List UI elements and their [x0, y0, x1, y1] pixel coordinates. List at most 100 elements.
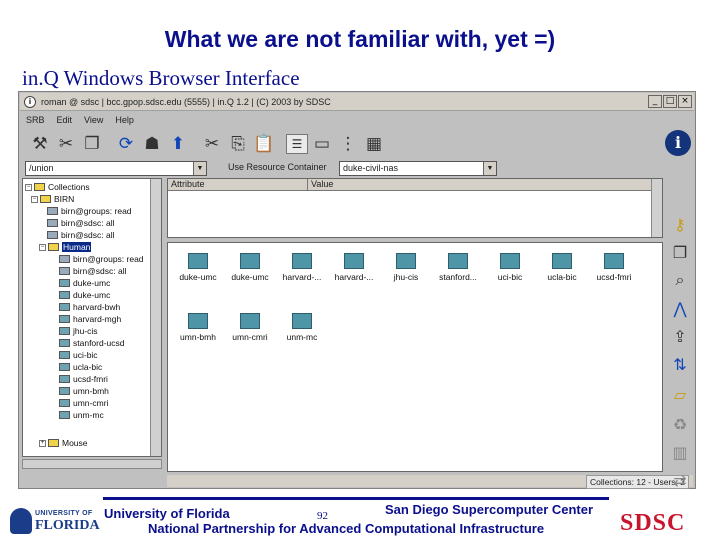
- trash-icon[interactable]: ▥: [667, 440, 693, 464]
- list-view-icon[interactable]: ☰: [286, 134, 308, 154]
- grid-item[interactable]: ucla-bic: [536, 253, 588, 282]
- tree-horizontal-scrollbar[interactable]: [22, 459, 162, 469]
- tree-item-human[interactable]: − Human: [39, 241, 92, 253]
- folder-icon: [552, 253, 572, 269]
- footer-bottom-text: National Partnership for Advanced Comput…: [148, 521, 545, 536]
- tree-item-collection[interactable]: uci-bic: [59, 349, 98, 361]
- tree-item-collection[interactable]: ucsd-fmri: [59, 373, 108, 385]
- tree-item-collection[interactable]: harvard-mgh: [59, 313, 121, 325]
- value-column-header[interactable]: Value: [308, 179, 333, 190]
- collection-tree[interactable]: − Collections − BIRN birn@groups: read bir…: [22, 178, 162, 457]
- icon-view-icon[interactable]: ▭: [310, 132, 334, 156]
- grid-item[interactable]: uci-bic: [484, 253, 536, 282]
- collection-combo-value: /union: [29, 163, 54, 173]
- folder-icon: [604, 253, 624, 269]
- tree-item-user[interactable]: birn@groups: read: [47, 205, 132, 217]
- attribute-column-header[interactable]: Attribute: [168, 179, 308, 190]
- copy-files-icon[interactable]: ❐: [667, 240, 693, 264]
- grid-item[interactable]: jhu-cis: [380, 253, 432, 282]
- info-icon[interactable]: i: [665, 130, 691, 156]
- tree-item-user[interactable]: birn@groups: read: [59, 253, 144, 265]
- grid-view-icon[interactable]: ▦: [362, 132, 386, 156]
- folder-icon: [59, 339, 70, 347]
- recycle-icon[interactable]: ♻: [667, 412, 693, 436]
- menubar: SRB Edit View Help: [20, 112, 694, 128]
- user-icon: [59, 267, 70, 275]
- tree-item-user[interactable]: birn@sdsc: all: [47, 217, 115, 229]
- tree-item-collection[interactable]: duke-umc: [59, 289, 110, 301]
- tree-item-collection[interactable]: ucla-bic: [59, 361, 102, 373]
- collapse-icon[interactable]: −: [39, 243, 46, 251]
- paste-icon[interactable]: 📋: [252, 132, 276, 156]
- scissors-icon[interactable]: ✂: [200, 132, 224, 156]
- tree-item-user[interactable]: birn@sdsc: all: [59, 265, 127, 277]
- tree-item-collection[interactable]: unm-mc: [59, 409, 104, 421]
- copy-icon[interactable]: ❐: [80, 132, 104, 156]
- tree-item-collection[interactable]: umn-cmri: [59, 397, 108, 409]
- grid-item[interactable]: unm-mc: [276, 313, 328, 342]
- upload-icon[interactable]: ⇪: [667, 324, 693, 348]
- tree-item-collections[interactable]: − Collections: [25, 181, 90, 193]
- folder-icon: [292, 253, 312, 269]
- tree-item-mouse[interactable]: + Mouse: [39, 437, 88, 449]
- search-doc-icon[interactable]: ⌕: [667, 268, 693, 292]
- tree-item-birn[interactable]: − BIRN: [31, 193, 74, 205]
- attribute-scrollbar[interactable]: [651, 179, 662, 237]
- window-titlebar[interactable]: i roman @ sdsc | bcc.gpop.sdsc.edu (5555…: [20, 93, 694, 111]
- folder-icon: [448, 253, 468, 269]
- folder-icon: [59, 411, 70, 419]
- folder-icon: [292, 313, 312, 329]
- grid-item[interactable]: stanford...: [432, 253, 484, 282]
- collapse-icon[interactable]: −: [25, 183, 32, 191]
- folder-icon: [59, 351, 70, 359]
- refresh-icon[interactable]: ⟳: [114, 132, 138, 156]
- transfer-icon[interactable]: ⇅: [667, 352, 693, 376]
- menu-srb[interactable]: SRB: [26, 115, 45, 125]
- tree-item-collection[interactable]: jhu-cis: [59, 325, 98, 337]
- folder-icon: [240, 313, 260, 329]
- menu-help[interactable]: Help: [115, 115, 134, 125]
- cut-icon[interactable]: ✂: [54, 132, 78, 156]
- menu-edit[interactable]: Edit: [57, 115, 73, 125]
- minimize-button[interactable]: _: [648, 95, 662, 108]
- user-icon: [59, 255, 70, 263]
- university-of-florida-logo: UNIVERSITY OF FLORIDA: [10, 508, 100, 534]
- tree-scrollbar[interactable]: [150, 179, 161, 456]
- move-icon[interactable]: ⇄: [667, 468, 693, 492]
- collapse-icon[interactable]: −: [31, 195, 38, 203]
- folder-open-icon[interactable]: ▱: [667, 382, 693, 406]
- expand-icon[interactable]: +: [39, 439, 46, 447]
- folder-icon: [188, 313, 208, 329]
- collection-combo[interactable]: /union ▼: [25, 161, 207, 176]
- footer-divider: [103, 497, 609, 500]
- folder-icon: [500, 253, 520, 269]
- tree-item-collection[interactable]: umn-bmh: [59, 385, 109, 397]
- grid-item[interactable]: umn-bmh: [172, 313, 224, 342]
- tree-item-user[interactable]: birn@sdsc: all: [47, 229, 115, 241]
- details-view-icon[interactable]: ⋮: [336, 132, 360, 156]
- grid-item[interactable]: duke-umc: [224, 253, 276, 282]
- resource-combo[interactable]: duke-civil-nas ▼: [339, 161, 497, 176]
- user-icon: [47, 207, 58, 215]
- graph-icon[interactable]: ⋀: [667, 296, 693, 320]
- close-button[interactable]: ×: [678, 95, 692, 108]
- tree-item-collection[interactable]: harvard-bwh: [59, 301, 120, 313]
- chevron-down-icon[interactable]: ▼: [483, 162, 496, 175]
- copy-doc-icon[interactable]: ⎘: [226, 132, 250, 156]
- grid-item[interactable]: umn-cmri: [224, 313, 276, 342]
- wand-icon[interactable]: ⚒: [28, 132, 52, 156]
- maximize-button[interactable]: □: [663, 95, 677, 108]
- tree-item-collection[interactable]: duke-umc: [59, 277, 110, 289]
- tree-item-collection[interactable]: stanford-ucsd: [59, 337, 125, 349]
- grid-item[interactable]: harvard-...: [328, 253, 380, 282]
- app-icon: i: [24, 95, 36, 108]
- grid-item[interactable]: ucsd-fmri: [588, 253, 640, 282]
- menu-view[interactable]: View: [84, 115, 103, 125]
- chevron-down-icon[interactable]: ▼: [193, 162, 206, 175]
- grid-item[interactable]: duke-umc: [172, 253, 224, 282]
- up-arrow-icon[interactable]: ⬆: [166, 132, 190, 156]
- user-icon: [47, 219, 58, 227]
- users-icon[interactable]: ☗: [140, 132, 164, 156]
- grid-item[interactable]: harvard-...: [276, 253, 328, 282]
- key-icon[interactable]: ⚷: [667, 212, 693, 236]
